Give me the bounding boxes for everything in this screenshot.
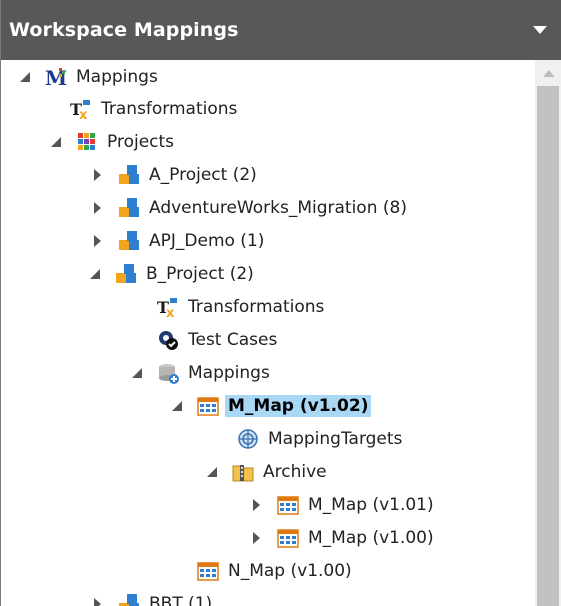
tree-node-apj-demo[interactable]: APJ_Demo (1) [92, 225, 267, 257]
project-icon [118, 197, 140, 219]
expanded-arrow-icon[interactable] [50, 136, 62, 148]
tree-node-label: Mappings [188, 363, 270, 383]
tree-node-test-cases[interactable]: Test Cases [131, 324, 280, 356]
project-icon [118, 164, 140, 186]
tree-node-label: MappingTargets [268, 429, 403, 449]
tree-node-b-mappings[interactable]: Mappings [131, 357, 273, 389]
expanded-arrow-icon[interactable] [19, 71, 31, 83]
tree-node-m-map-v101[interactable]: M_Map (v1.01) [251, 489, 437, 521]
workspace-mappings-panel: Workspace Mappings M Mappings Tx Transfo… [0, 0, 561, 606]
tree-node-archive[interactable]: Archive [206, 456, 330, 488]
mappings-root-icon: M [45, 66, 67, 88]
archive-icon [232, 461, 254, 483]
project-icon [115, 263, 137, 285]
tree-node-n-map-v100[interactable]: N_Map (v1.00) [171, 555, 355, 587]
svg-text:M: M [45, 66, 67, 88]
expanded-arrow-icon[interactable] [89, 268, 101, 280]
tree-node-mappings-root[interactable]: M Mappings [19, 61, 161, 93]
panel-header: Workspace Mappings [1, 0, 561, 60]
tree-node-label: Archive [263, 462, 327, 482]
tree-node-label: Projects [107, 132, 175, 152]
projects-icon [76, 131, 98, 153]
tree-node-label: N_Map (v1.00) [228, 561, 352, 581]
vertical-scrollbar[interactable] [535, 60, 561, 606]
tree-node-label-selected: M_Map (v1.02) [225, 395, 372, 417]
panel-title: Workspace Mappings [9, 19, 239, 41]
tree-node-bbt[interactable]: BBT (1) [92, 588, 215, 606]
map-icon [197, 560, 219, 582]
expanded-arrow-icon[interactable] [131, 367, 143, 379]
tree-node-b-project[interactable]: B_Project (2) [89, 258, 257, 290]
mapping-targets-icon [237, 428, 259, 450]
tree-node-label: Mappings [76, 67, 158, 87]
tree-node-label: M_Map (v1.01) [308, 495, 434, 515]
collapsed-arrow-icon[interactable] [92, 202, 104, 214]
mappings-folder-icon [157, 362, 179, 384]
tree-node-projects[interactable]: Projects [50, 126, 177, 158]
tree-node-label: A_Project (2) [149, 165, 257, 185]
tree-node-label: Test Cases [188, 330, 278, 350]
collapsed-arrow-icon[interactable] [92, 169, 104, 181]
mappings-tree: M Mappings Tx Transformations Projects A… [1, 60, 535, 606]
tree-node-label: AdventureWorks_Migration (8) [149, 198, 407, 218]
tree-node-mapping-targets[interactable]: MappingTargets [211, 423, 405, 455]
scrollbar-thumb[interactable] [537, 86, 559, 606]
expanded-arrow-icon[interactable] [171, 400, 183, 412]
collapsed-arrow-icon[interactable] [92, 598, 104, 606]
tree-node-label: B_Project (2) [146, 264, 254, 284]
tree-node-label: BBT (1) [149, 594, 213, 606]
scroll-up-arrow-icon[interactable] [543, 70, 555, 77]
tree-node-label: Transformations [188, 297, 325, 317]
svg-text:x: x [166, 306, 175, 318]
tree-node-label: Transformations [101, 99, 238, 119]
test-cases-icon [157, 329, 179, 351]
expanded-arrow-icon[interactable] [206, 466, 218, 478]
map-icon [277, 527, 299, 549]
project-icon [118, 593, 140, 606]
tree-node-label: M_Map (v1.00) [308, 528, 434, 548]
tree-node-transformations[interactable]: Tx Transformations [44, 93, 240, 125]
collapsed-arrow-icon[interactable] [251, 499, 263, 511]
collapsed-arrow-icon[interactable] [92, 235, 104, 247]
tree-node-a-project[interactable]: A_Project (2) [92, 159, 260, 191]
tree-node-label: APJ_Demo (1) [149, 231, 265, 251]
transformations-icon: Tx [70, 98, 92, 120]
tree-node-b-transformations[interactable]: Tx Transformations [131, 291, 327, 323]
map-icon [197, 395, 219, 417]
tree-node-adventureworks-migration[interactable]: AdventureWorks_Migration (8) [92, 192, 410, 224]
collapsed-arrow-icon[interactable] [251, 532, 263, 544]
project-icon [118, 230, 140, 252]
map-icon [277, 494, 299, 516]
svg-text:x: x [79, 108, 88, 120]
panel-menu-chevron-down-icon[interactable] [533, 26, 547, 34]
tree-node-m-map-v100[interactable]: M_Map (v1.00) [251, 522, 437, 554]
tree-node-m-map-v102[interactable]: M_Map (v1.02) [171, 390, 372, 422]
transformations-icon: Tx [157, 296, 179, 318]
